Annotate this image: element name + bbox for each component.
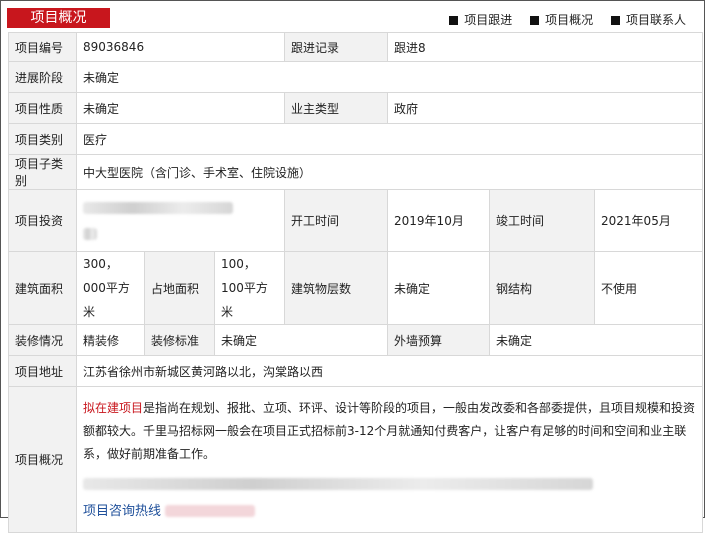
project-info-table: 项目编号 89036846 跟进记录 跟进8 进展阶段 未确定 项目性质 未确定…	[8, 32, 704, 533]
hotline-link[interactable]: 项目咨询热线	[83, 504, 161, 519]
subcategory-value: 中大型医院（含门诊、手术室、住院设施）	[75, 154, 704, 190]
nature-value: 未确定	[75, 92, 286, 124]
followup-value[interactable]: 跟进8	[387, 32, 704, 62]
steel-label: 钢结构	[489, 251, 596, 325]
square-bullet-icon	[449, 16, 459, 25]
nav-item-contacts[interactable]: 项目联系人	[610, 13, 686, 27]
steel-value: 不使用	[594, 251, 704, 325]
nature-label: 项目性质	[8, 92, 77, 124]
start-value: 2019年10月	[387, 189, 491, 252]
finish-value: 2021年05月	[594, 189, 704, 252]
stage-value: 未确定	[75, 61, 704, 93]
subcategory-label: 项目子类别	[8, 154, 77, 190]
decor-value: 精装修	[76, 324, 145, 356]
decor-label: 装修情况	[8, 324, 77, 356]
decor-std-value: 未确定	[213, 324, 389, 356]
decor-std-label: 装修标准	[144, 324, 215, 356]
wall-budget-value: 未确定	[489, 324, 704, 356]
project-no-value: 89036846	[75, 32, 286, 62]
owner-type-label: 业主类型	[284, 92, 389, 124]
overview-paragraph: 拟在建项目是指尚在规划、报批、立项、环评、设计等阶段的项目，一般由发改委和各部委…	[83, 397, 696, 466]
overview-content: 拟在建项目是指尚在规划、报批、立项、环评、设计等阶段的项目，一般由发改委和各部委…	[75, 386, 704, 533]
address-label: 项目地址	[8, 355, 77, 387]
category-value: 医疗	[75, 123, 704, 155]
nav-item-overview[interactable]: 项目概况	[530, 13, 593, 27]
stage-label: 进展阶段	[8, 61, 77, 93]
owner-type-value: 政府	[387, 92, 704, 124]
land-area-label: 占地面积	[144, 251, 215, 325]
nav-label: 项目跟进	[464, 13, 513, 27]
land-area-value: 100，100平方米	[213, 251, 286, 325]
wall-budget-label: 外墙预算	[387, 324, 491, 356]
overview-label: 项目概况	[8, 386, 77, 533]
address-value: 江苏省徐州市新城区黄河路以北，沟棠路以西	[75, 355, 704, 387]
build-area-label: 建筑面积	[8, 251, 77, 325]
investment-label: 项目投资	[8, 189, 77, 252]
investment-value-redacted	[75, 189, 286, 252]
finish-label: 竣工时间	[489, 189, 596, 252]
nav-label: 项目概况	[545, 13, 594, 27]
project-no-label: 项目编号	[8, 32, 77, 62]
section-nav: 项目跟进 项目概况 项目联系人	[435, 11, 686, 28]
nav-item-followup[interactable]: 项目跟进	[449, 13, 512, 27]
followup-label: 跟进记录	[284, 32, 389, 62]
start-label: 开工时间	[284, 189, 389, 252]
square-bullet-icon	[610, 16, 620, 25]
square-bullet-icon	[530, 16, 540, 25]
proposed-projects-link[interactable]: 拟在建项目	[83, 401, 143, 415]
floors-label: 建筑物层数	[284, 251, 389, 325]
header-bar: 项目概况 项目跟进 项目概况 项目联系人	[3, 3, 702, 31]
redacted-line	[83, 477, 696, 490]
category-label: 项目类别	[8, 123, 77, 155]
nav-label: 项目联系人	[625, 13, 686, 27]
hotline-row: 项目咨询热线	[83, 500, 696, 523]
floors-value: 未确定	[387, 251, 491, 325]
overview-text: 是指尚在规划、报批、立项、环评、设计等阶段的项目，一般由发改委和各部委提供，且项…	[83, 400, 696, 461]
overview-tab-title: 项目概况	[7, 8, 110, 28]
build-area-value: 300，000平方米	[76, 251, 145, 325]
